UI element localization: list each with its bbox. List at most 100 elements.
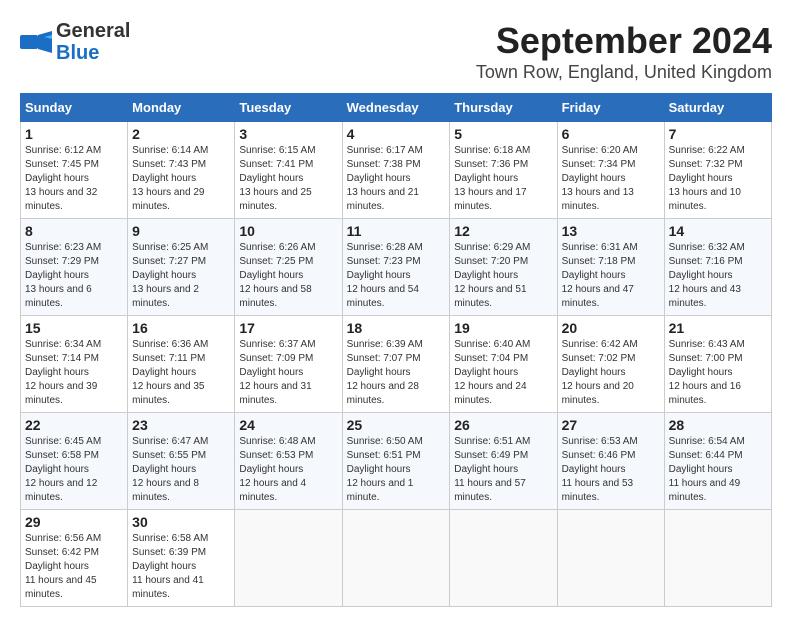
day-detail: Sunrise: 6:12 AMSunset: 7:45 PMDaylight …: [25, 144, 123, 214]
day-detail: Sunrise: 6:29 AMSunset: 7:20 PMDaylight …: [454, 241, 552, 311]
header-friday: Friday: [557, 94, 664, 122]
calendar-body: 1 Sunrise: 6:12 AMSunset: 7:45 PMDayligh…: [21, 122, 772, 607]
calendar-cell: 14 Sunrise: 6:32 AMSunset: 7:16 PMDaylig…: [664, 219, 771, 316]
day-detail: Sunrise: 6:28 AMSunset: 7:23 PMDaylight …: [347, 241, 446, 311]
day-number: 5: [454, 126, 552, 142]
day-number: 23: [132, 417, 230, 433]
day-number: 8: [25, 223, 123, 239]
day-detail: Sunrise: 6:26 AMSunset: 7:25 PMDaylight …: [239, 241, 337, 311]
day-number: 28: [669, 417, 767, 433]
day-number: 15: [25, 320, 123, 336]
calendar-cell: 1 Sunrise: 6:12 AMSunset: 7:45 PMDayligh…: [21, 122, 128, 219]
week-row-4: 22 Sunrise: 6:45 AMSunset: 6:58 PMDaylig…: [21, 413, 772, 510]
day-number: 4: [347, 126, 446, 142]
calendar-cell: 8 Sunrise: 6:23 AMSunset: 7:29 PMDayligh…: [21, 219, 128, 316]
day-number: 17: [239, 320, 337, 336]
day-number: 9: [132, 223, 230, 239]
header-monday: Monday: [128, 94, 235, 122]
day-number: 3: [239, 126, 337, 142]
day-detail: Sunrise: 6:32 AMSunset: 7:16 PMDaylight …: [669, 241, 767, 311]
day-number: 14: [669, 223, 767, 239]
day-number: 22: [25, 417, 123, 433]
day-number: 27: [562, 417, 660, 433]
calendar-cell: 5 Sunrise: 6:18 AMSunset: 7:36 PMDayligh…: [450, 122, 557, 219]
calendar-cell: [342, 510, 450, 607]
day-detail: Sunrise: 6:25 AMSunset: 7:27 PMDaylight …: [132, 241, 230, 311]
calendar-cell: 21 Sunrise: 6:43 AMSunset: 7:00 PMDaylig…: [664, 316, 771, 413]
calendar-cell: [557, 510, 664, 607]
week-row-5: 29 Sunrise: 6:56 AMSunset: 6:42 PMDaylig…: [21, 510, 772, 607]
logo: General Blue: [20, 20, 130, 64]
week-row-3: 15 Sunrise: 6:34 AMSunset: 7:14 PMDaylig…: [21, 316, 772, 413]
day-number: 20: [562, 320, 660, 336]
week-row-1: 1 Sunrise: 6:12 AMSunset: 7:45 PMDayligh…: [21, 122, 772, 219]
day-detail: Sunrise: 6:14 AMSunset: 7:43 PMDaylight …: [132, 144, 230, 214]
day-number: 19: [454, 320, 552, 336]
page-subtitle: Town Row, England, United Kingdom: [476, 62, 772, 83]
day-number: 11: [347, 223, 446, 239]
calendar-cell: 27 Sunrise: 6:53 AMSunset: 6:46 PMDaylig…: [557, 413, 664, 510]
logo-icon: [20, 31, 52, 53]
day-number: 25: [347, 417, 446, 433]
calendar-table: SundayMondayTuesdayWednesdayThursdayFrid…: [20, 93, 772, 607]
header-thursday: Thursday: [450, 94, 557, 122]
calendar-cell: 9 Sunrise: 6:25 AMSunset: 7:27 PMDayligh…: [128, 219, 235, 316]
calendar-cell: 2 Sunrise: 6:14 AMSunset: 7:43 PMDayligh…: [128, 122, 235, 219]
day-number: 26: [454, 417, 552, 433]
calendar-cell: 20 Sunrise: 6:42 AMSunset: 7:02 PMDaylig…: [557, 316, 664, 413]
day-number: 12: [454, 223, 552, 239]
day-detail: Sunrise: 6:54 AMSunset: 6:44 PMDaylight …: [669, 435, 767, 505]
day-detail: Sunrise: 6:40 AMSunset: 7:04 PMDaylight …: [454, 338, 552, 408]
day-number: 21: [669, 320, 767, 336]
calendar-cell: 13 Sunrise: 6:31 AMSunset: 7:18 PMDaylig…: [557, 219, 664, 316]
day-detail: Sunrise: 6:36 AMSunset: 7:11 PMDaylight …: [132, 338, 230, 408]
title-area: September 2024 Town Row, England, United…: [476, 20, 772, 83]
calendar-header-row: SundayMondayTuesdayWednesdayThursdayFrid…: [21, 94, 772, 122]
week-row-2: 8 Sunrise: 6:23 AMSunset: 7:29 PMDayligh…: [21, 219, 772, 316]
day-number: 13: [562, 223, 660, 239]
calendar-cell: 17 Sunrise: 6:37 AMSunset: 7:09 PMDaylig…: [235, 316, 342, 413]
calendar-cell: 12 Sunrise: 6:29 AMSunset: 7:20 PMDaylig…: [450, 219, 557, 316]
calendar-cell: 4 Sunrise: 6:17 AMSunset: 7:38 PMDayligh…: [342, 122, 450, 219]
day-number: 2: [132, 126, 230, 142]
day-detail: Sunrise: 6:18 AMSunset: 7:36 PMDaylight …: [454, 144, 552, 214]
day-number: 29: [25, 514, 123, 530]
calendar-cell: 18 Sunrise: 6:39 AMSunset: 7:07 PMDaylig…: [342, 316, 450, 413]
day-number: 18: [347, 320, 446, 336]
calendar-cell: 24 Sunrise: 6:48 AMSunset: 6:53 PMDaylig…: [235, 413, 342, 510]
page-header: General Blue September 2024 Town Row, En…: [20, 20, 772, 83]
day-detail: Sunrise: 6:51 AMSunset: 6:49 PMDaylight …: [454, 435, 552, 505]
page-title: September 2024: [476, 20, 772, 62]
calendar-cell: 22 Sunrise: 6:45 AMSunset: 6:58 PMDaylig…: [21, 413, 128, 510]
day-number: 6: [562, 126, 660, 142]
day-detail: Sunrise: 6:48 AMSunset: 6:53 PMDaylight …: [239, 435, 337, 505]
day-detail: Sunrise: 6:45 AMSunset: 6:58 PMDaylight …: [25, 435, 123, 505]
calendar-cell: 28 Sunrise: 6:54 AMSunset: 6:44 PMDaylig…: [664, 413, 771, 510]
day-detail: Sunrise: 6:22 AMSunset: 7:32 PMDaylight …: [669, 144, 767, 214]
day-detail: Sunrise: 6:43 AMSunset: 7:00 PMDaylight …: [669, 338, 767, 408]
calendar-cell: 19 Sunrise: 6:40 AMSunset: 7:04 PMDaylig…: [450, 316, 557, 413]
calendar-cell: 11 Sunrise: 6:28 AMSunset: 7:23 PMDaylig…: [342, 219, 450, 316]
calendar-cell: 26 Sunrise: 6:51 AMSunset: 6:49 PMDaylig…: [450, 413, 557, 510]
calendar-cell: 15 Sunrise: 6:34 AMSunset: 7:14 PMDaylig…: [21, 316, 128, 413]
day-detail: Sunrise: 6:58 AMSunset: 6:39 PMDaylight …: [132, 532, 230, 602]
day-number: 10: [239, 223, 337, 239]
day-detail: Sunrise: 6:56 AMSunset: 6:42 PMDaylight …: [25, 532, 123, 602]
header-tuesday: Tuesday: [235, 94, 342, 122]
calendar-cell: [664, 510, 771, 607]
calendar-cell: [450, 510, 557, 607]
day-detail: Sunrise: 6:23 AMSunset: 7:29 PMDaylight …: [25, 241, 123, 311]
calendar-cell: [235, 510, 342, 607]
day-detail: Sunrise: 6:47 AMSunset: 6:55 PMDaylight …: [132, 435, 230, 505]
calendar-cell: 23 Sunrise: 6:47 AMSunset: 6:55 PMDaylig…: [128, 413, 235, 510]
day-detail: Sunrise: 6:15 AMSunset: 7:41 PMDaylight …: [239, 144, 337, 214]
day-detail: Sunrise: 6:50 AMSunset: 6:51 PMDaylight …: [347, 435, 446, 505]
calendar-cell: 6 Sunrise: 6:20 AMSunset: 7:34 PMDayligh…: [557, 122, 664, 219]
day-detail: Sunrise: 6:34 AMSunset: 7:14 PMDaylight …: [25, 338, 123, 408]
day-number: 1: [25, 126, 123, 142]
day-detail: Sunrise: 6:17 AMSunset: 7:38 PMDaylight …: [347, 144, 446, 214]
header-sunday: Sunday: [21, 94, 128, 122]
day-detail: Sunrise: 6:53 AMSunset: 6:46 PMDaylight …: [562, 435, 660, 505]
header-saturday: Saturday: [664, 94, 771, 122]
day-number: 16: [132, 320, 230, 336]
